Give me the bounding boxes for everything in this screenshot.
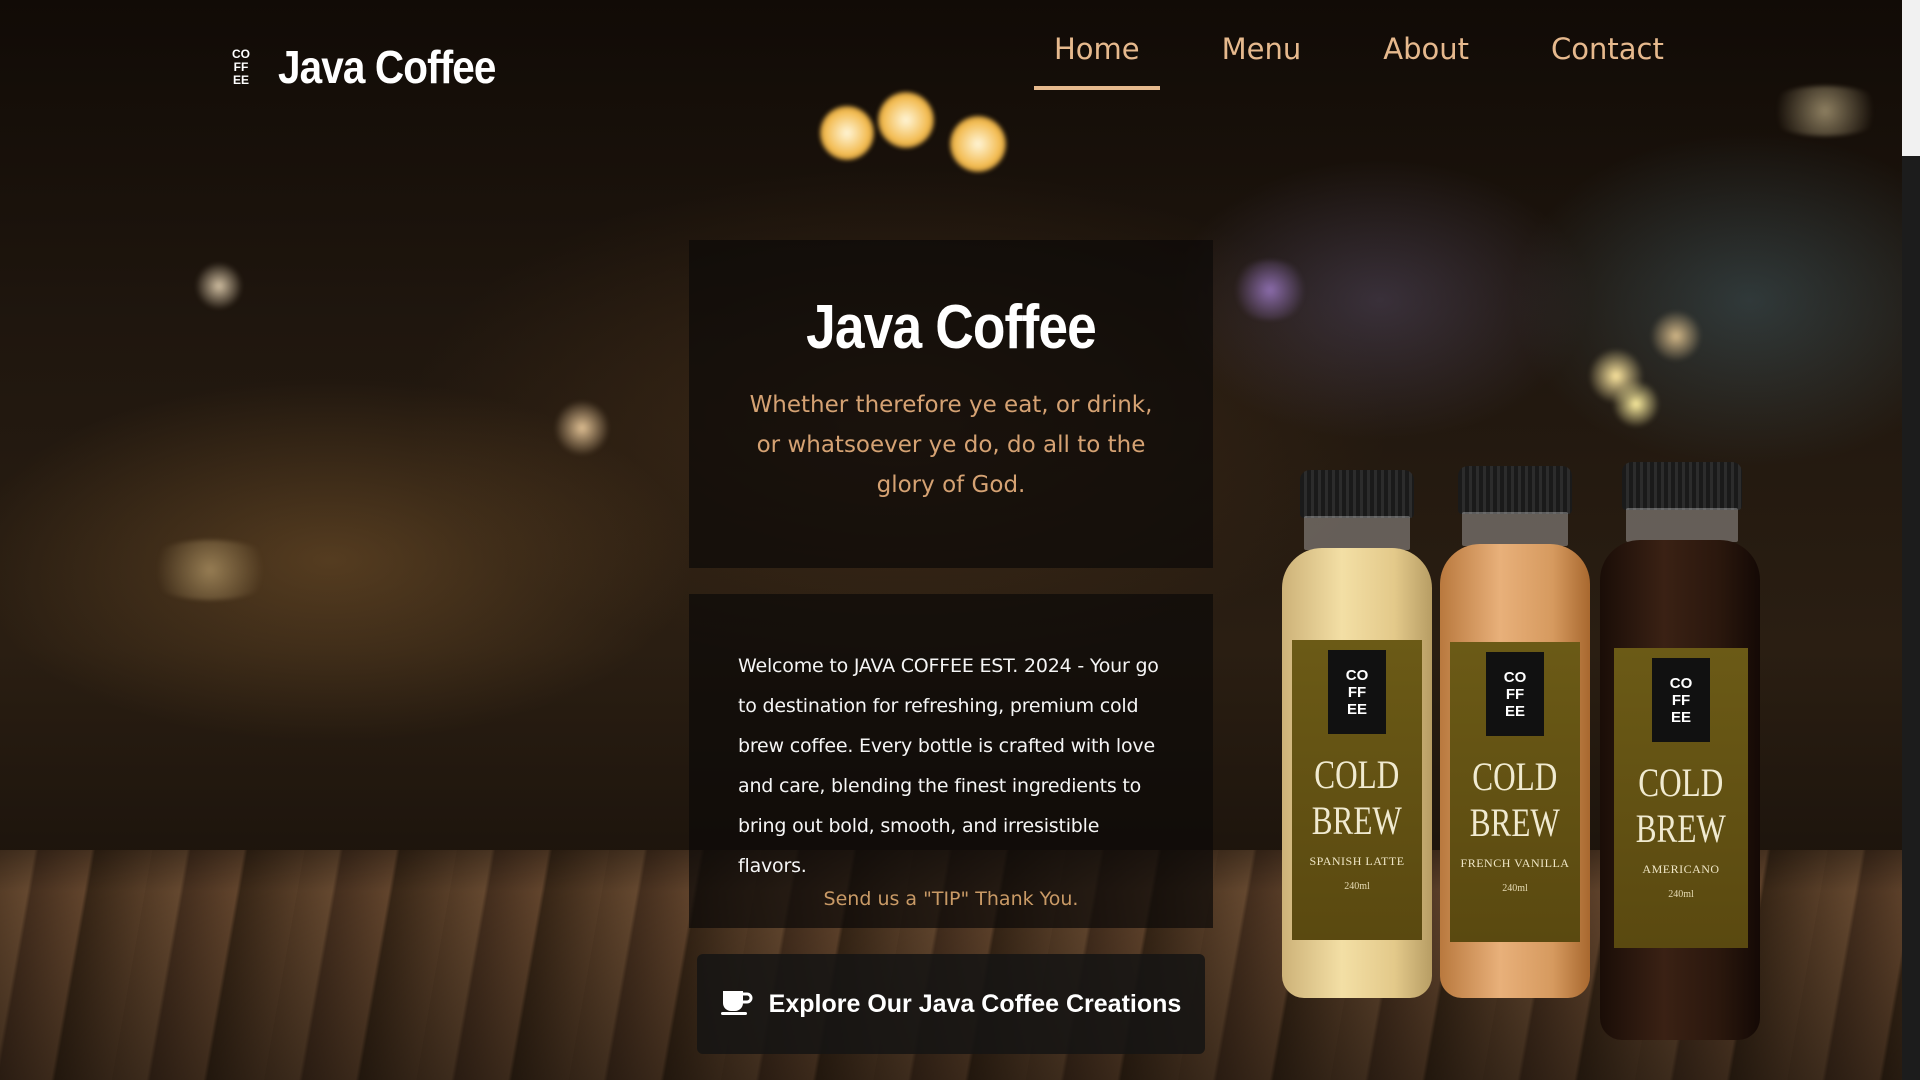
label-volume: 240ml (1344, 881, 1370, 892)
bokeh-light (195, 262, 243, 310)
product-bottle-americano: CO FF EE COLD BREW AMERICANO 240ml (1600, 462, 1760, 1042)
bottle-cap (1458, 466, 1572, 514)
cta-label: Explore Our Java Coffee Creations (768, 989, 1182, 1018)
bokeh-light (1650, 310, 1702, 362)
label-logo-icon: CO FF EE (1328, 650, 1386, 734)
bokeh-light (1612, 380, 1660, 428)
brand-name: Java Coffee (278, 41, 496, 93)
hero-quote: Whether therefore ye eat, or drink, or w… (749, 392, 1153, 498)
label-title-line: BREW (1311, 798, 1403, 843)
label-title-line: COLD (1638, 760, 1724, 805)
bokeh-light (1230, 260, 1310, 320)
product-bottle-french-vanilla: CO FF EE COLD BREW FRENCH VANILLA 240ml (1440, 466, 1590, 1000)
logo-line: FF (233, 59, 249, 74)
logo-line: CO (1669, 674, 1693, 692)
logo-line: CO (232, 46, 250, 61)
label-title-line: COLD (1472, 754, 1558, 799)
nav-home[interactable]: Home (1034, 26, 1160, 90)
bottle-cap (1622, 462, 1742, 510)
scrollbar[interactable] (1902, 0, 1920, 1080)
label-title: COLD BREW (1470, 754, 1560, 846)
bottle-cap (1300, 470, 1414, 518)
product-label: CO FF EE COLD BREW FRENCH VANILLA 240ml (1450, 642, 1580, 942)
hero-panel: Java Coffee Whether therefore ye eat, or… (689, 240, 1213, 568)
bottle-neck (1462, 512, 1568, 546)
label-flavor: AMERICANO (1642, 862, 1720, 876)
bottle-neck (1626, 508, 1738, 542)
coffee-cup-icon (720, 989, 753, 1020)
logo-line: FF (1505, 685, 1525, 703)
logo-line: EE (1670, 708, 1691, 726)
label-title: COLD BREW (1636, 760, 1726, 852)
nav-contact[interactable]: Contact (1531, 26, 1684, 90)
label-flavor: FRENCH VANILLA (1460, 856, 1570, 870)
hero-title: Java Coffee (806, 293, 1097, 362)
bottle-neck (1304, 516, 1410, 550)
nav-about[interactable]: About (1363, 26, 1489, 90)
coffee-logo-icon: CO FF EE (230, 46, 252, 87)
explore-creations-button[interactable]: Explore Our Java Coffee Creations (697, 954, 1205, 1054)
label-flavor: SPANISH LATTE (1309, 854, 1405, 868)
label-logo-icon: CO FF EE (1652, 658, 1710, 742)
about-panel: Welcome to JAVA COFFEE EST. 2024 - Your … (689, 594, 1213, 928)
tip-link[interactable]: Send us a "TIP" Thank You. (689, 888, 1213, 910)
brand-logo[interactable]: CO FF EE Java Coffee (230, 40, 525, 94)
logo-line: FF (1671, 691, 1691, 709)
main-nav: Home Menu About Contact (1034, 26, 1726, 90)
label-title-line: COLD (1314, 752, 1400, 797)
logo-line: EE (1504, 702, 1525, 720)
nav-menu[interactable]: Menu (1202, 26, 1322, 90)
label-title-line: BREW (1469, 800, 1561, 845)
logo-line: EE (1346, 700, 1367, 718)
page: CO FF EE Java Coffee Home Menu About Con… (0, 0, 1920, 1080)
label-logo-icon: CO FF EE (1486, 652, 1544, 736)
label-volume: 240ml (1668, 889, 1694, 900)
product-bottle-spanish-latte: CO FF EE COLD BREW SPANISH LATTE 240ml (1282, 470, 1432, 1000)
label-title-line: BREW (1635, 806, 1727, 851)
product-label: CO FF EE COLD BREW SPANISH LATTE 240ml (1292, 640, 1422, 940)
logo-line: FF (1347, 683, 1367, 701)
bokeh-light (554, 400, 610, 456)
label-title: COLD BREW (1312, 752, 1402, 844)
bokeh-light (1760, 86, 1890, 136)
product-label: CO FF EE COLD BREW AMERICANO 240ml (1614, 648, 1748, 948)
bokeh-light (950, 116, 1006, 172)
logo-line: CO (1345, 666, 1369, 684)
logo-line: CO (1503, 668, 1527, 686)
bokeh-light (820, 106, 874, 160)
bokeh-light (140, 540, 280, 600)
about-text: Welcome to JAVA COFFEE EST. 2024 - Your … (738, 655, 1159, 877)
scrollbar-thumb[interactable] (1902, 0, 1920, 156)
label-volume: 240ml (1502, 883, 1528, 894)
bokeh-light (878, 92, 934, 148)
logo-line: EE (232, 72, 249, 87)
